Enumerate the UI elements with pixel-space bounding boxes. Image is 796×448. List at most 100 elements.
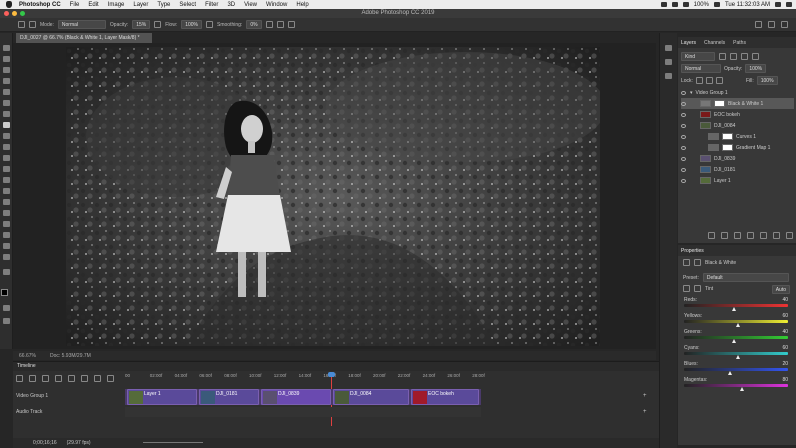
target-adjust-icon[interactable] [683, 285, 690, 292]
eye-icon[interactable] [681, 90, 686, 95]
layer-row[interactable]: Gradient Map 1 [681, 142, 794, 153]
menu-image[interactable]: Image [108, 2, 125, 8]
battery-icon[interactable] [713, 2, 720, 7]
layer-row[interactable]: DJI_0084 [681, 120, 794, 131]
workspace-icon[interactable] [768, 21, 775, 28]
creative-cloud-icon[interactable] [671, 2, 678, 7]
slider-value[interactable]: 60 [782, 345, 788, 351]
notification-center-icon[interactable] [786, 2, 792, 7]
tab-paths[interactable]: Paths [733, 40, 746, 46]
video-group-track-label[interactable]: Video Group 1 [16, 393, 121, 399]
wifi-icon[interactable] [682, 2, 689, 7]
settings-icon[interactable] [81, 375, 88, 382]
quick-select-tool-icon[interactable] [3, 78, 10, 84]
more-tools-icon[interactable] [3, 269, 10, 275]
hand-tool-icon[interactable] [3, 243, 10, 249]
menu-window[interactable]: Window [266, 2, 287, 8]
zoom-level[interactable]: 66.67% [19, 353, 36, 359]
slider-value[interactable]: 40 [782, 297, 788, 303]
slider-track[interactable] [684, 384, 788, 387]
fill-input[interactable]: 100% [756, 76, 778, 85]
crop-tool-icon[interactable] [3, 89, 10, 95]
add-mask-icon[interactable] [734, 232, 741, 239]
new-layer-icon[interactable] [773, 232, 780, 239]
slider-handle[interactable] [736, 323, 741, 327]
zoom-slider[interactable] [143, 442, 203, 443]
dodge-tool-icon[interactable] [3, 188, 10, 194]
clip[interactable]: EOC bokeh [411, 389, 479, 405]
shape-tool-icon[interactable] [3, 232, 10, 238]
split-icon[interactable] [94, 375, 101, 382]
layer-row[interactable]: ▾ Video Group 1 [681, 87, 794, 98]
brush-tool-icon[interactable] [3, 122, 10, 128]
clock[interactable]: Tue 11:32:03 AM [725, 2, 770, 8]
slider-handle[interactable] [727, 371, 732, 375]
new-group-icon[interactable] [760, 232, 767, 239]
filter-pixel-icon[interactable] [719, 53, 726, 60]
brush-settings-icon[interactable] [29, 21, 36, 28]
trash-icon[interactable] [786, 232, 793, 239]
menu-filter[interactable]: Filter [205, 2, 218, 8]
new-adjustment-icon[interactable] [747, 232, 754, 239]
move-tool-icon[interactable] [3, 45, 10, 51]
filter-type-icon[interactable] [741, 53, 748, 60]
menu-select[interactable]: Select [179, 2, 196, 8]
transition-icon[interactable] [107, 375, 114, 382]
menu-layer[interactable]: Layer [133, 2, 148, 8]
auto-button[interactable]: Auto [771, 285, 790, 294]
eye-icon[interactable] [681, 112, 686, 117]
mode-select[interactable]: Normal [57, 20, 106, 29]
smoothing-input[interactable]: 0% [246, 20, 262, 29]
brush-preset-icon[interactable] [18, 21, 25, 28]
filter-shape-icon[interactable] [752, 53, 759, 60]
menu-type[interactable]: Type [157, 2, 170, 8]
mask-icon[interactable] [694, 259, 701, 266]
blur-tool-icon[interactable] [3, 177, 10, 183]
audio-track[interactable] [125, 407, 481, 417]
menu-file[interactable]: File [70, 2, 80, 8]
slider-track[interactable] [684, 336, 788, 339]
layer-opacity-input[interactable]: 100% [745, 64, 767, 73]
eyedropper-tool-icon[interactable] [3, 100, 10, 106]
lock-pixels-icon[interactable] [695, 77, 703, 84]
gear-icon[interactable] [265, 21, 273, 28]
flow-input[interactable]: 100% [181, 20, 203, 29]
mute-audio-icon[interactable] [68, 375, 75, 382]
tab-layers[interactable]: Layers [681, 40, 696, 46]
playhead-handle[interactable] [328, 372, 335, 377]
eye-icon[interactable] [681, 167, 686, 172]
dropbox-icon[interactable] [660, 2, 667, 7]
pressure-size-icon[interactable] [276, 21, 284, 28]
history-panel-icon[interactable] [665, 45, 672, 51]
eye-icon[interactable] [681, 145, 686, 150]
blend-mode-select[interactable]: Normal [681, 64, 721, 73]
layer-row[interactable]: EOC bokeh [681, 109, 794, 120]
eye-icon[interactable] [681, 101, 686, 106]
add-media-video-icon[interactable]: + [643, 393, 647, 399]
brush-panel-icon[interactable] [665, 59, 672, 65]
layer-row[interactable]: Layer 1 [681, 175, 794, 186]
pressure-opacity-icon[interactable] [154, 21, 162, 28]
slider-track[interactable] [684, 304, 788, 307]
menu-3d[interactable]: 3D [227, 2, 235, 8]
lock-position-icon[interactable] [705, 77, 713, 84]
libraries-panel-icon[interactable] [665, 73, 672, 79]
clip[interactable]: DJI_0084 [333, 389, 409, 405]
layer-row[interactable]: DJI_0181 [681, 164, 794, 175]
clip[interactable]: Layer 1 [127, 389, 197, 405]
quick-mask-icon[interactable] [3, 305, 10, 311]
share-icon[interactable] [781, 21, 788, 28]
layer-filter-kind[interactable]: Kind [681, 52, 715, 61]
slider-handle[interactable] [731, 339, 736, 343]
mask-thumb[interactable] [714, 100, 725, 107]
menu-view[interactable]: View [244, 2, 257, 8]
spotlight-icon[interactable] [775, 2, 781, 7]
eraser-tool-icon[interactable] [3, 155, 10, 161]
mask-thumb[interactable] [722, 133, 733, 140]
healing-tool-icon[interactable] [3, 111, 10, 117]
document-tab[interactable]: DJI_0027 @ 66.7% (Black & White 1, Layer… [16, 33, 152, 43]
path-select-tool-icon[interactable] [3, 221, 10, 227]
stamp-tool-icon[interactable] [3, 133, 10, 139]
eye-icon[interactable] [681, 134, 686, 139]
next-frame-icon[interactable] [55, 375, 62, 382]
